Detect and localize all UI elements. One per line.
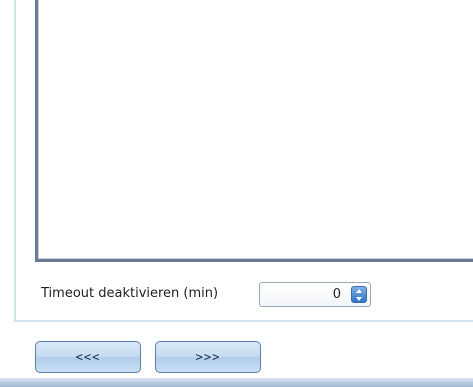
footer-band — [0, 378, 473, 387]
timeout-spinner[interactable]: 0 — [259, 282, 371, 307]
panel-bottom-border — [14, 320, 473, 322]
timeout-value[interactable]: 0 — [333, 287, 341, 302]
panel-left-border — [14, 0, 16, 322]
settings-panel: Timeout deaktivieren (min) 0 — [0, 0, 473, 336]
list-box[interactable] — [35, 0, 473, 262]
list-box-content — [38, 0, 473, 259]
spin-up-icon[interactable] — [352, 287, 366, 294]
spin-down-icon[interactable] — [352, 295, 366, 302]
spinner-buttons[interactable] — [351, 286, 367, 303]
next-button[interactable]: >>> — [155, 341, 261, 373]
timeout-label: Timeout deaktivieren (min) — [41, 286, 219, 301]
previous-button[interactable]: <<< — [35, 341, 141, 373]
